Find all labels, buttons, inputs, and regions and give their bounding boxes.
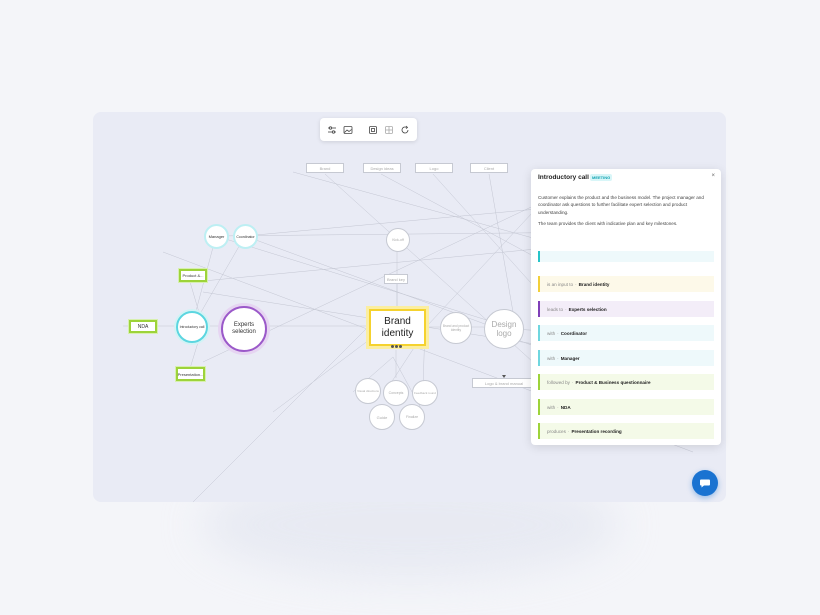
node-brand-key[interactable]: Brand key <box>384 274 408 284</box>
node-coordinator[interactable]: Coordinator <box>233 224 258 249</box>
node-logo-brand-manual[interactable]: Logo & brand manual <box>472 378 536 388</box>
relation-separator: · <box>571 379 574 385</box>
brand-identity-color-dots <box>391 345 405 348</box>
type-badge: MEETING <box>590 174 613 181</box>
relation-verb: followed by <box>547 379 570 385</box>
node-presentation-recording[interactable]: Presentation... <box>176 367 205 381</box>
relation-separator: · <box>557 355 559 361</box>
grid-icon[interactable] <box>383 124 395 136</box>
node-brand[interactable]: Brand <box>306 163 344 173</box>
relation-target: Product & Business questionnaire <box>575 379 651 385</box>
node-product-questionnaire[interactable]: Product &... <box>179 269 207 282</box>
relation-target: Coordinator <box>560 330 587 336</box>
relation-separator: · <box>565 306 567 312</box>
relation-target: NDA <box>560 404 571 410</box>
node-concepts[interactable]: Concepts <box>383 380 409 406</box>
relation-separator: · <box>575 281 577 287</box>
description-paragraph: The team provides the client with indica… <box>538 221 678 227</box>
relation-item[interactable]: is an input to · Brand identity <box>538 276 714 292</box>
description-paragraph: Customer explains the product and the bu… <box>538 195 704 215</box>
node-brand-identity[interactable]: Brand identity <box>369 309 426 346</box>
relation-separator: · <box>567 428 570 434</box>
sliders-icon[interactable] <box>326 124 338 136</box>
node-finalize[interactable]: Finalize <box>399 404 425 430</box>
relation-item[interactable]: produces · Presentation recording <box>538 423 714 439</box>
relation-verb: with <box>547 330 556 336</box>
frame-icon[interactable] <box>367 124 379 136</box>
color-dot <box>395 345 398 348</box>
relation-target: Brand identity <box>578 281 610 287</box>
chat-icon <box>700 479 710 488</box>
relation-item[interactable]: with · NDA <box>538 399 714 415</box>
node-nda[interactable]: NDA <box>129 320 157 333</box>
relation-verb: with <box>547 404 556 410</box>
color-dot <box>391 345 394 348</box>
node-guide[interactable]: Guide <box>369 404 395 430</box>
node-logo[interactable]: Logo <box>415 163 453 173</box>
node-kick-off[interactable]: Kick-off <box>386 228 410 252</box>
panel-description: Customer explains the product and the bu… <box>538 194 714 231</box>
relation-verb: is an input to <box>547 281 574 287</box>
relation-verb: with <box>547 355 556 361</box>
relation-input[interactable] <box>538 251 714 262</box>
node-manager[interactable]: Manager <box>204 224 229 249</box>
relation-item[interactable]: with · Manager <box>538 350 714 366</box>
node-visual-directions[interactable]: Visual directions <box>355 378 381 404</box>
node-feedback-round[interactable]: Feedback round <box>412 380 438 406</box>
relation-target: Manager <box>560 355 580 361</box>
node-design-logo[interactable]: Design logo <box>484 309 524 349</box>
image-icon[interactable] <box>342 124 354 136</box>
node-brand-product-identity[interactable]: Brand and product identity <box>440 312 472 344</box>
relation-item[interactable]: followed by · Product & Business questio… <box>538 374 714 390</box>
relation-verb: leads to <box>547 306 564 312</box>
relation-separator: · <box>557 404 559 410</box>
node-experts-selection[interactable]: Experts selection <box>221 306 267 352</box>
details-panel: Introductory call MEETING × Customer exp… <box>531 169 721 445</box>
node-client[interactable]: Client <box>470 163 508 173</box>
chat-button[interactable] <box>692 470 718 496</box>
node-design-ideas[interactable]: Design ideas <box>363 163 401 173</box>
relation-verb: produces <box>547 428 566 434</box>
relation-target: Presentation recording <box>571 428 622 434</box>
panel-title: Introductory call <box>538 174 589 181</box>
relation-item[interactable]: with · Coordinator <box>538 325 714 341</box>
relation-target: Experts selection <box>568 306 607 312</box>
relation-item[interactable]: leads to · Experts selection <box>538 301 714 317</box>
relation-separator: · <box>557 330 559 336</box>
close-icon[interactable]: × <box>711 173 715 179</box>
color-dot <box>399 345 402 348</box>
node-introductory-call[interactable]: Introductory call <box>176 311 208 343</box>
refresh-icon[interactable] <box>399 124 411 136</box>
graph-toolbar <box>320 118 417 141</box>
